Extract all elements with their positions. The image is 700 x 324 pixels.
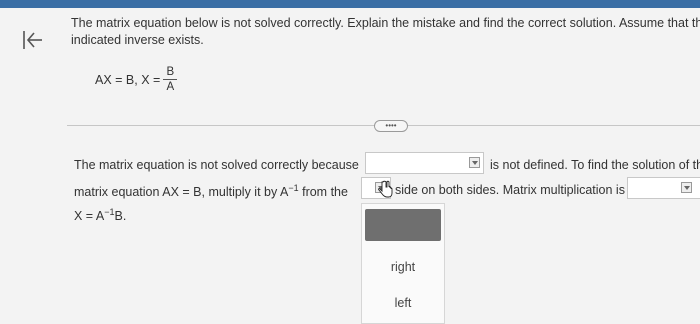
- answer-text-2: is not defined. To find the solution of …: [490, 158, 700, 172]
- equation-fraction: B A: [163, 66, 178, 93]
- fraction-numerator: B: [166, 66, 175, 78]
- dropdown-option-left[interactable]: left: [362, 296, 444, 310]
- chevron-down-icon: [681, 182, 692, 193]
- side-dropdown-menu: right left: [361, 203, 445, 324]
- inverse-exponent: −1: [104, 207, 115, 217]
- multiplication-dropdown[interactable]: [627, 177, 700, 199]
- expand-more-button[interactable]: ••••: [374, 120, 408, 132]
- top-bar: [0, 0, 700, 8]
- dropdown-blank-option[interactable]: [365, 209, 441, 241]
- answer-text-5: X = A−1B.: [74, 207, 126, 223]
- answer-text-3a: matrix equation AX = B, multiply it by A: [74, 185, 289, 200]
- question-line-2: indicated inverse exists.: [71, 33, 204, 47]
- answer-text-4: side on both sides. Matrix multiplicatio…: [395, 183, 625, 197]
- dropdown-option-right[interactable]: right: [362, 260, 444, 274]
- question-prompt: The matrix equation below is not solved …: [71, 15, 700, 49]
- back-button[interactable]: [20, 28, 46, 52]
- answer-text-5a: X = A: [74, 209, 105, 224]
- incorrect-equation: AX = B, X = B A: [95, 66, 178, 93]
- question-line-1: The matrix equation below is not solved …: [71, 16, 700, 30]
- answer-text-3: matrix equation AX = B, multiply it by A…: [74, 183, 348, 199]
- fraction-denominator: A: [166, 81, 175, 93]
- hand-pointer-icon: [378, 180, 393, 198]
- answer-text-3b: from the: [302, 185, 348, 200]
- inverse-exponent: −1: [288, 183, 299, 193]
- reason-dropdown[interactable]: [365, 152, 484, 174]
- back-arrow-icon: [23, 31, 42, 49]
- chevron-down-icon: [469, 157, 480, 168]
- left-rail: [0, 8, 62, 324]
- answer-text-1: The matrix equation is not solved correc…: [74, 158, 359, 172]
- answer-text-5b: B.: [114, 209, 127, 224]
- equation-prefix: AX = B, X =: [95, 72, 161, 87]
